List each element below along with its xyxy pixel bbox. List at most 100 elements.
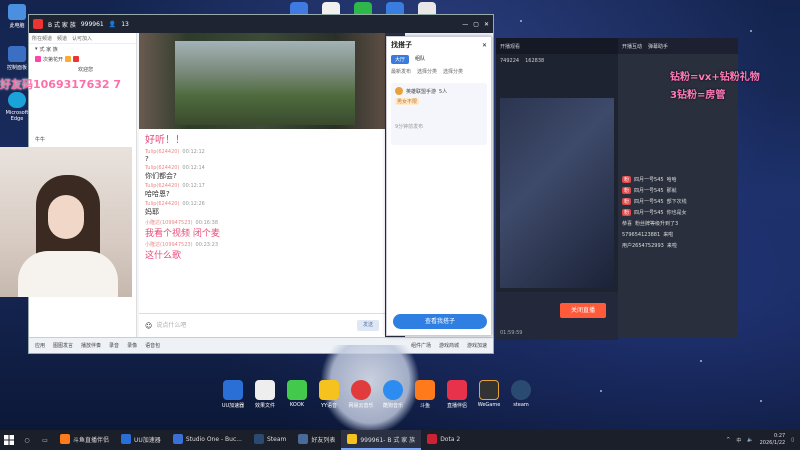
video-area[interactable] bbox=[139, 33, 385, 129]
close-icon[interactable]: ✕ bbox=[482, 42, 487, 49]
danmaku-line: 579654123881 来啦 bbox=[622, 231, 674, 239]
game-icon bbox=[395, 87, 403, 95]
tree-item[interactable]: 欢迎您 bbox=[29, 64, 136, 74]
danmaku-line: 用户2654752993 来啦 bbox=[622, 243, 677, 249]
wegame-icon bbox=[479, 380, 499, 400]
stat-count: 162838 bbox=[525, 58, 545, 64]
emoji-icon[interactable]: ☺ bbox=[145, 322, 152, 330]
taskbar: ○ ▭ 斗鱼直播伴侣 UU加速器 Studio One - Buc... Ste… bbox=[0, 430, 800, 450]
dock-item[interactable]: 斗鱼 bbox=[412, 380, 438, 409]
stream-preview-window: 开播观看 749224 162838 01:59:59 关闭直播 bbox=[496, 38, 618, 340]
room-title: B 式 家 族 bbox=[48, 21, 76, 29]
send-button[interactable]: 发送 bbox=[357, 320, 379, 331]
taskbar-item[interactable]: 好友列表 bbox=[292, 430, 341, 450]
maximize-icon[interactable]: ▢ bbox=[473, 21, 479, 28]
danmaku-line: 粉四月一号545 部下次线 bbox=[622, 198, 687, 205]
chat-message: Tulip(624420) 00:12:26 妈耶 bbox=[145, 201, 205, 216]
speaker-icon[interactable]: 🔈 bbox=[747, 437, 753, 443]
yy-icon bbox=[319, 380, 339, 400]
search-icon[interactable]: ○ bbox=[18, 430, 36, 450]
taskbar-item-active[interactable]: 999961- B 式 家 族 bbox=[341, 430, 422, 450]
video-frame bbox=[175, 41, 355, 125]
close-icon[interactable]: ✕ bbox=[484, 21, 489, 28]
panel-tabs: 大厅 组队 bbox=[387, 55, 491, 64]
panel-title: 找搭子 bbox=[391, 41, 412, 49]
netease-music-icon bbox=[351, 380, 371, 400]
kook-icon bbox=[287, 380, 307, 400]
viewer-count: 13 bbox=[121, 20, 129, 28]
app-bottom-bar: 应用 图图发言 播放伴奏 录音 录像 语音包 组件广场 游戏商城 游戏加速 bbox=[29, 337, 493, 353]
dock-item[interactable]: 酷狗音乐 bbox=[380, 380, 406, 409]
tree-item[interactable]: 牛牛 bbox=[29, 134, 136, 144]
stream-time: 01:59:59 bbox=[500, 330, 523, 336]
uu-icon bbox=[121, 434, 132, 444]
chevron-up-icon[interactable]: ^ bbox=[726, 437, 730, 443]
steam-icon bbox=[511, 380, 531, 400]
dock-item[interactable]: 网易云音乐 bbox=[348, 380, 374, 409]
app-titlebar: B 式 家 族 999961 👤 13 — ▢ ✕ bbox=[29, 15, 493, 33]
control-panel-icon bbox=[8, 46, 26, 62]
chat-message: Tulip(624420) 00:12:17 哈哈恩? bbox=[145, 183, 205, 198]
studio-one-icon bbox=[172, 434, 183, 444]
uu-icon bbox=[223, 380, 243, 400]
yy-icon bbox=[347, 434, 358, 444]
group-card[interactable]: 英雄联盟手游 5人 男女不限 9分钟前发布 bbox=[391, 83, 487, 145]
taskbar-item[interactable]: Dota 2 bbox=[421, 430, 466, 450]
notification-icon[interactable]: ▯ bbox=[791, 437, 794, 443]
close-live-button[interactable]: 关闭直播 bbox=[560, 303, 606, 318]
dock-item[interactable]: KOOK bbox=[284, 380, 310, 409]
dock-item[interactable]: YY语音 bbox=[316, 380, 342, 409]
stream-title: 开播观看 bbox=[500, 43, 521, 50]
dota-icon bbox=[427, 434, 438, 444]
tab-team[interactable]: 组队 bbox=[415, 55, 425, 64]
promo-overlay: 3钻粉=房管 bbox=[670, 90, 726, 101]
live-companion-icon bbox=[447, 380, 467, 400]
task-view-icon[interactable]: ▭ bbox=[36, 430, 54, 450]
chat-message: Tulip(624420) 00:12:14 你们都会? bbox=[145, 165, 205, 180]
computer-icon bbox=[8, 4, 26, 20]
danmaku-line: 粉四月一号545 那就 bbox=[622, 187, 677, 194]
taskbar-item[interactable]: 斗鱼直播伴侣 bbox=[54, 430, 115, 450]
taskbar-item[interactable]: Studio One - Buc... bbox=[167, 430, 248, 450]
tree-item[interactable]: ▾ 式 家 族 bbox=[29, 44, 136, 54]
douyu-icon bbox=[60, 434, 70, 444]
channel-tree-header: 所在频道 频道 认可加入 bbox=[29, 33, 136, 44]
chat-message: 小隆达(109947523) 00:16:38 我看个视频 闭个麦 bbox=[145, 220, 220, 239]
chat-top-text: 好听！！ bbox=[145, 135, 185, 146]
tab-hall[interactable]: 大厅 bbox=[391, 55, 410, 64]
danmaku-panel: 开播互动 弹幕助手 粉四月一号545 哈哈 粉四月一号545 那就 粉四月一号545… bbox=[618, 38, 738, 338]
panel-header: 找搭子 ✕ bbox=[387, 37, 491, 53]
clock[interactable]: 0:27 2026/1/22 bbox=[760, 433, 786, 447]
webcam-overlay bbox=[0, 147, 132, 297]
edge-icon bbox=[8, 92, 26, 108]
chat-area: 好听！！ Tulip(624420) 00:12:12 ? Tulip(62442… bbox=[139, 129, 385, 313]
minimize-icon[interactable]: — bbox=[462, 21, 468, 28]
dock-item[interactable]: 效果文件 bbox=[252, 380, 278, 409]
chat-message: 小隆达(109947523) 00:23:23 这什么歌 bbox=[145, 242, 219, 261]
desktop: 此电脑 控制面板 Microsoft Edge B 式 家 族 999961 👤… bbox=[0, 0, 800, 430]
stat-count: 749224 bbox=[500, 58, 520, 64]
find-group-panel: 找搭子 ✕ 大厅 组队 最新发布 选择分类 选择分类 英雄联盟手游 5人 男女不… bbox=[386, 36, 492, 336]
taskbar-item[interactable]: UU加速器 bbox=[115, 430, 167, 450]
app-logo-icon bbox=[33, 19, 43, 29]
dock-item[interactable]: UU加速器 bbox=[220, 380, 246, 409]
tree-item[interactable]: 次第花开 bbox=[29, 54, 136, 64]
chat-input[interactable]: 说点什么吧 bbox=[156, 320, 353, 332]
user-icon: 👤 bbox=[108, 20, 117, 28]
danmaku-line: 粉四月一号545 哈哈 bbox=[622, 176, 677, 183]
dock-item[interactable]: steam bbox=[508, 380, 534, 409]
friends-icon bbox=[298, 434, 309, 444]
start-button[interactable] bbox=[0, 430, 18, 450]
effect-icon bbox=[255, 380, 275, 400]
windows-icon bbox=[4, 435, 14, 445]
promo-overlay: 钻粉=vx+钻粉礼物 bbox=[670, 72, 760, 83]
view-group-button[interactable]: 查看我搭子 bbox=[393, 314, 487, 329]
douyu-icon bbox=[415, 380, 435, 400]
stream-preview[interactable] bbox=[500, 98, 614, 288]
dock-item[interactable]: WeGame bbox=[476, 380, 502, 409]
ime-indicator[interactable]: 中 bbox=[736, 437, 741, 444]
chat-input-bar: ☺ 说点什么吧 发送 bbox=[139, 313, 385, 337]
dock-item[interactable]: 直播伴侣 bbox=[444, 380, 470, 409]
taskbar-item[interactable]: Steam bbox=[248, 430, 292, 450]
system-tray: ^ 中 🔈 0:27 2026/1/22 ▯ bbox=[726, 433, 800, 447]
